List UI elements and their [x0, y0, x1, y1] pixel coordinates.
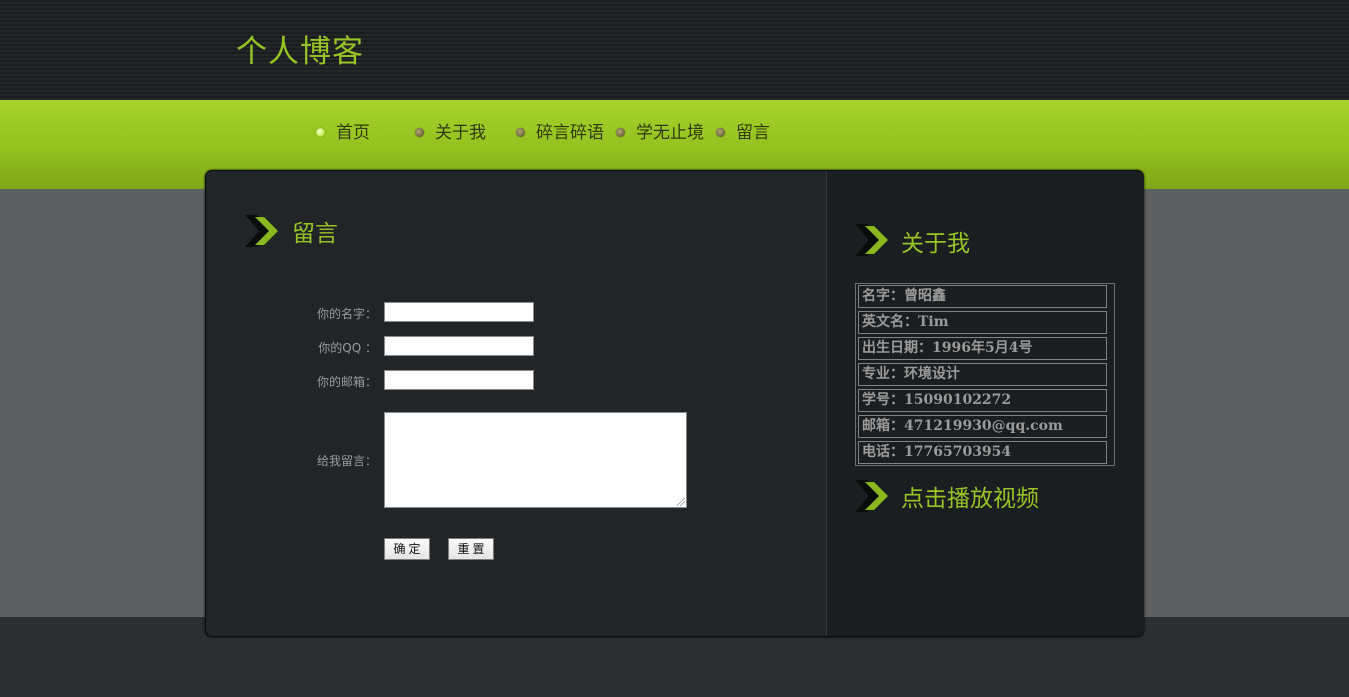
nav-bullet-icon	[316, 128, 325, 137]
chevron-right-icon	[245, 215, 278, 247]
info-major: 专业：环境设计	[858, 363, 1107, 386]
qq-label-wrap: 你的QQ ：	[257, 339, 377, 357]
nav-bullet-icon	[415, 128, 424, 137]
nav-item-label: 留言	[736, 123, 770, 143]
page-title: 留言	[292, 221, 338, 247]
info-email: 邮箱：471219930@qq.com	[858, 415, 1107, 438]
name-input[interactable]	[384, 302, 534, 322]
qq-input[interactable]	[384, 336, 534, 356]
info-english-name: 英文名：Tim	[858, 311, 1107, 334]
chevron-right-icon	[855, 480, 888, 512]
email-input[interactable]	[384, 370, 534, 390]
info-name: 名字：曾昭鑫	[858, 285, 1107, 308]
site-title[interactable]: 个人博客	[236, 26, 364, 71]
about-info-table: 名字：曾昭鑫 英文名：Tim 出生日期：1996年5月4号 专业：环境设计 学号…	[855, 283, 1115, 466]
nav-bullet-icon	[516, 128, 525, 137]
nav-item-label: 碎言碎语	[536, 123, 604, 143]
name-label-wrap: 你的名字：	[257, 305, 377, 323]
nav-item-label: 学无止境	[636, 123, 704, 143]
name-label: 你的名字：	[316, 307, 377, 321]
nav-bullet-icon	[716, 128, 725, 137]
message-label-wrap: 给我留言：	[257, 452, 377, 470]
email-label-wrap: 你的邮箱：	[257, 373, 377, 391]
email-label: 你的邮箱：	[316, 375, 377, 389]
nav-bullet-icon	[616, 128, 625, 137]
about-title: 关于我	[901, 231, 970, 257]
nav-item-label: 首页	[336, 123, 370, 143]
qq-label: 你的QQ ：	[318, 341, 377, 355]
message-label: 给我留言：	[316, 454, 377, 468]
submit-button[interactable]: 确定	[384, 538, 430, 560]
info-birthdate: 出生日期：1996年5月4号	[858, 337, 1107, 360]
nav-item-label: 关于我	[435, 123, 486, 143]
info-phone: 电话：17765703954	[858, 441, 1107, 464]
chevron-right-icon	[855, 224, 888, 256]
play-video-link[interactable]: 点击播放视频	[901, 479, 1039, 513]
header-bar	[0, 0, 1349, 101]
message-textarea[interactable]	[384, 412, 687, 508]
resize-grip-icon[interactable]	[677, 498, 685, 506]
reset-button[interactable]: 重置	[448, 538, 494, 560]
info-student-id: 学号：15090102272	[858, 389, 1107, 412]
